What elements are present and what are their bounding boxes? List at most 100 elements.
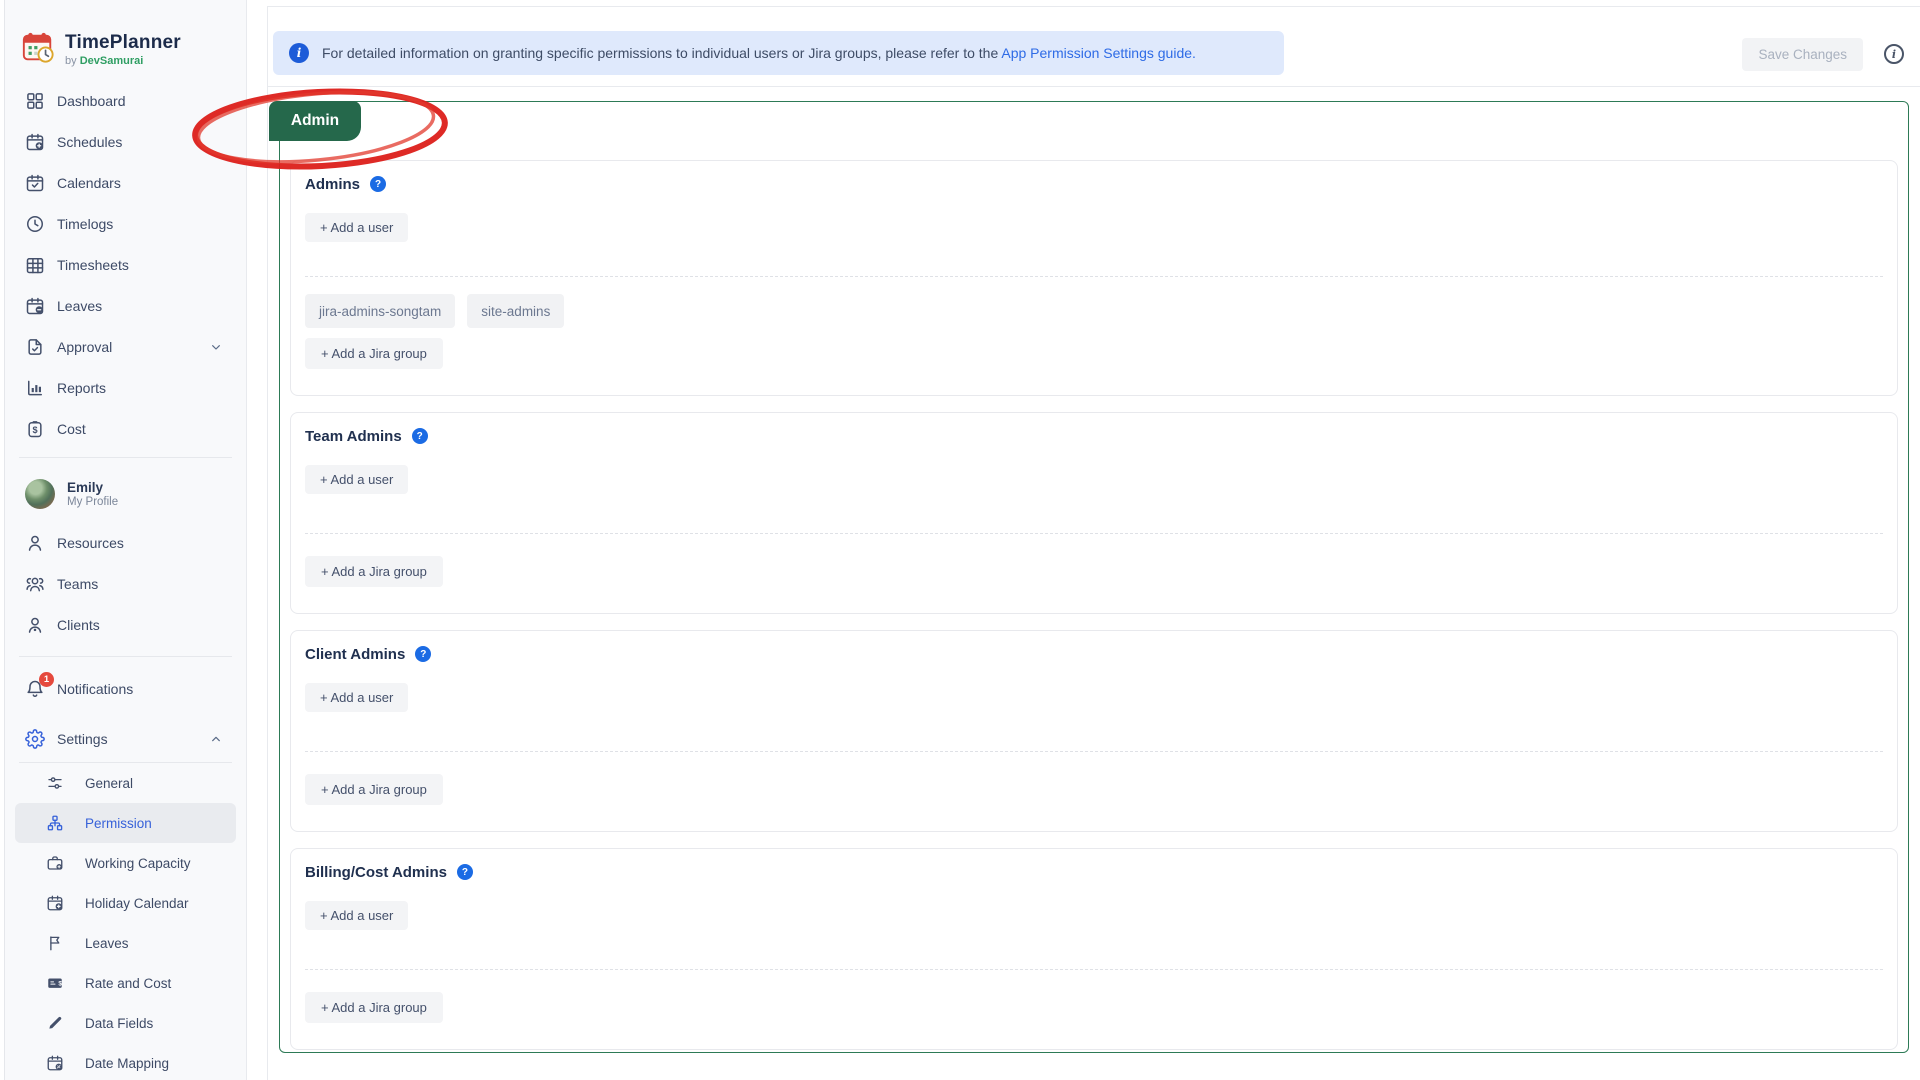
- person-badge-icon: [25, 615, 45, 635]
- sidebar-item-settings[interactable]: Settings: [15, 718, 236, 759]
- table-icon: [25, 255, 45, 275]
- sidebar-item-label: Leaves: [85, 936, 129, 951]
- sidebar-item-label: Timesheets: [57, 257, 129, 273]
- help-icon[interactable]: ?: [457, 864, 473, 880]
- people-icon: [25, 574, 45, 594]
- sliders-icon: [45, 773, 65, 793]
- gear-icon: [25, 729, 45, 749]
- top-bar: i For detailed information on granting s…: [268, 7, 1920, 87]
- save-changes-button[interactable]: Save Changes: [1742, 38, 1863, 71]
- sidebar-item-label: Clients: [57, 617, 100, 633]
- document-check-icon: [25, 337, 45, 357]
- rate-card-icon: $: [45, 973, 65, 993]
- add-jira-group-button[interactable]: + Add a Jira group: [305, 992, 443, 1023]
- help-icon[interactable]: ?: [415, 646, 431, 662]
- svg-text:$: $: [32, 424, 37, 434]
- sidebar-item-data-fields[interactable]: Data Fields: [15, 1003, 236, 1043]
- section-title-row: Team Admins?: [305, 426, 1883, 446]
- sidebar-main-nav: Dashboard Schedules CalendarsTimelogs Times…: [5, 80, 246, 449]
- sidebar-item-clients[interactable]: Clients: [15, 604, 236, 645]
- sidebar-item-leaves[interactable]: Leaves: [15, 923, 236, 963]
- sidebar-item-cost[interactable]: $ Cost: [15, 408, 236, 449]
- sidebar-item-label: General: [85, 776, 133, 791]
- add-jira-group-button[interactable]: + Add a Jira group: [305, 774, 443, 805]
- sidebar-item-label: Leaves: [57, 298, 102, 314]
- sidebar-item-holiday-calendar[interactable]: Holiday Calendar: [15, 883, 236, 923]
- sitemap-icon: [45, 813, 65, 833]
- sidebar-item-label: Cost: [57, 421, 86, 437]
- sidebar-item-date-mapping[interactable]: Date Mapping: [15, 1043, 236, 1080]
- sidebar: TimePlanner by DevSamurai Dashboard Sched…: [4, 0, 247, 1080]
- sidebar-item-timelogs[interactable]: Timelogs: [15, 203, 236, 244]
- sidebar-footer-nav: 1Notifications Settings: [5, 668, 246, 759]
- section-title-row: Admins?: [305, 174, 1883, 194]
- sidebar-item-permission[interactable]: Permission: [15, 803, 236, 843]
- chevron-down-icon: [208, 339, 224, 355]
- add-jira-group-button[interactable]: + Add a Jira group: [305, 556, 443, 587]
- sidebar-item-label: Data Fields: [85, 1016, 153, 1031]
- briefcase-icon: [45, 853, 65, 873]
- add-jira-group-button[interactable]: + Add a Jira group: [305, 338, 443, 369]
- profile-text: Emily My Profile: [67, 480, 118, 508]
- sidebar-item-dashboard[interactable]: Dashboard: [15, 80, 236, 121]
- main-area: i For detailed information on granting s…: [267, 6, 1920, 1080]
- sidebar-item-calendars[interactable]: Calendars: [15, 162, 236, 203]
- jira-group-chip[interactable]: site-admins: [467, 294, 564, 328]
- add-user-button[interactable]: + Add a user: [305, 901, 408, 930]
- sidebar-item-resources[interactable]: Resources: [15, 522, 236, 563]
- info-outline-icon[interactable]: i: [1884, 44, 1904, 64]
- permission-card-team-admins: Team Admins? + Add a user + Add a Jira gro…: [290, 412, 1898, 614]
- pencil-icon: [45, 1013, 65, 1033]
- help-icon[interactable]: ?: [370, 176, 386, 192]
- add-user-button[interactable]: + Add a user: [305, 683, 408, 712]
- sidebar-divider: [19, 656, 232, 657]
- sidebar-settings-nav: General Permission Working Capacity Holiday…: [5, 763, 246, 1080]
- sidebar-item-schedules[interactable]: Schedules: [15, 121, 236, 162]
- sidebar-item-label: Approval: [57, 339, 112, 355]
- calendar-add-icon: [45, 893, 65, 913]
- notification-badge: 1: [39, 672, 54, 687]
- calendar-check-icon: [25, 173, 45, 193]
- sidebar-divider: [19, 457, 232, 458]
- section-title-row: Client Admins?: [305, 644, 1883, 664]
- sidebar-item-label: Reports: [57, 380, 106, 396]
- avatar: [25, 479, 55, 509]
- permission-card-admins: Admins? + Add a user jira-admins-songtam si…: [290, 160, 1898, 396]
- sidebar-item-label: Schedules: [57, 134, 122, 150]
- sidebar-item-label: Date Mapping: [85, 1056, 169, 1071]
- permission-card-client-admins: Client Admins? + Add a user + Add a Jira g…: [290, 630, 1898, 832]
- app-logo[interactable]: TimePlanner by DevSamurai: [21, 26, 246, 72]
- sidebar-item-label: Dashboard: [57, 93, 126, 109]
- calendar-minus-icon: [25, 296, 45, 316]
- help-icon[interactable]: ?: [412, 428, 428, 444]
- add-user-button[interactable]: + Add a user: [305, 465, 408, 494]
- sidebar-item-rate-and-cost[interactable]: $ Rate and Cost: [15, 963, 236, 1003]
- add-user-button[interactable]: + Add a user: [305, 213, 408, 242]
- sidebar-item-approval[interactable]: Approval: [15, 326, 236, 367]
- screen: TimePlanner by DevSamurai Dashboard Sched…: [0, 0, 1920, 1080]
- sidebar-item-leaves[interactable]: Leaves: [15, 285, 236, 326]
- sidebar-item-label: Rate and Cost: [85, 976, 171, 991]
- sidebar-item-teams[interactable]: Teams: [15, 563, 236, 604]
- sidebar-item-notifications[interactable]: 1Notifications: [15, 668, 236, 709]
- permission-cards: Admins? + Add a user jira-admins-songtam si…: [280, 102, 1908, 1050]
- sidebar-item-general[interactable]: General: [15, 763, 236, 803]
- sidebar-item-working-capacity[interactable]: Working Capacity: [15, 843, 236, 883]
- dashed-divider: [305, 533, 1883, 534]
- app-permission-settings-guide-link[interactable]: App Permission Settings guide.: [1001, 45, 1196, 61]
- person-icon: [25, 533, 45, 553]
- sidebar-item-label: Settings: [57, 731, 108, 747]
- section-title: Team Admins: [305, 428, 402, 445]
- clock-icon: [25, 214, 45, 234]
- sidebar-item-timesheets[interactable]: Timesheets: [15, 244, 236, 285]
- sidebar-item-label: Notifications: [57, 681, 133, 697]
- chevron-up-icon: [208, 731, 224, 747]
- section-title: Client Admins: [305, 646, 405, 663]
- info-icon: i: [289, 43, 309, 63]
- sidebar-item-label: Teams: [57, 576, 98, 592]
- sidebar-item-label: Permission: [85, 816, 152, 831]
- sidebar-item-label: Working Capacity: [85, 856, 191, 871]
- jira-group-chip[interactable]: jira-admins-songtam: [305, 294, 455, 328]
- sidebar-profile[interactable]: Emily My Profile: [15, 466, 236, 522]
- sidebar-item-reports[interactable]: Reports: [15, 367, 236, 408]
